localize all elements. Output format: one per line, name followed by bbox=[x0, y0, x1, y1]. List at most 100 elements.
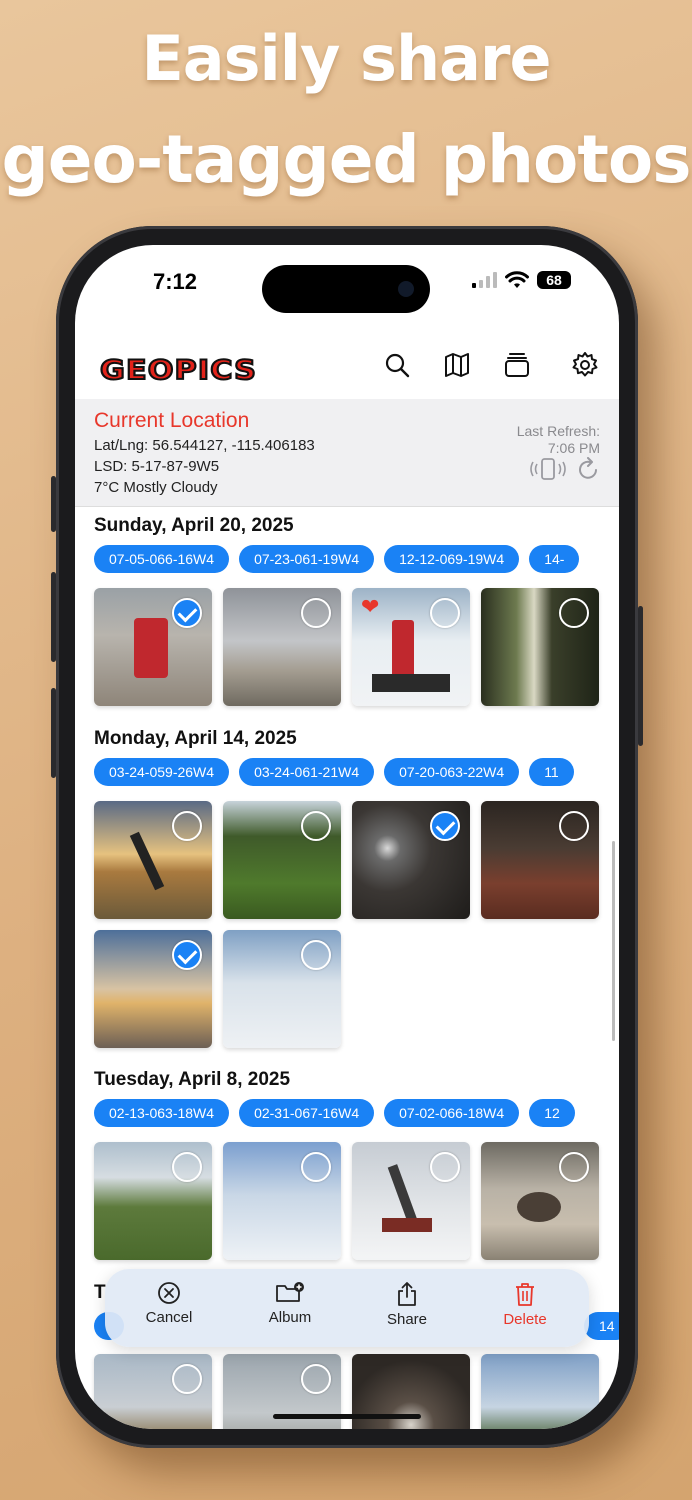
selected-checkmark-icon[interactable] bbox=[430, 811, 460, 841]
geopics-logo: GEOPICS bbox=[99, 354, 257, 387]
weather-text: 7°C Mostly Cloudy bbox=[94, 479, 218, 496]
phone-vibrate-icon[interactable] bbox=[530, 457, 566, 481]
location-chip[interactable]: 07-23-061-19W4 bbox=[239, 545, 375, 573]
photo-thumbnail[interactable]: ❤ bbox=[352, 588, 470, 706]
refresh-label: Last Refresh: bbox=[516, 423, 600, 439]
select-circle-icon[interactable] bbox=[301, 1364, 331, 1394]
location-title: Current Location bbox=[94, 409, 250, 432]
select-circle-icon[interactable] bbox=[301, 1152, 331, 1182]
map-icon[interactable] bbox=[443, 351, 471, 379]
volume-up-button bbox=[51, 572, 56, 662]
location-chip[interactable]: 07-20-063-22W4 bbox=[384, 758, 520, 786]
photo-thumbnail[interactable] bbox=[481, 588, 599, 706]
photo-thumbnail[interactable] bbox=[481, 801, 599, 919]
refresh-icon[interactable] bbox=[576, 457, 600, 481]
section-date: Monday, April 14, 2025 bbox=[94, 728, 297, 749]
favorite-heart-icon[interactable]: ❤ bbox=[361, 596, 379, 618]
select-circle-icon[interactable] bbox=[172, 1364, 202, 1394]
location-chip[interactable]: 11 bbox=[529, 758, 574, 786]
battery-icon: 68 bbox=[537, 271, 571, 289]
section-date: T bbox=[94, 1282, 106, 1303]
refresh-time: 7:06 PM bbox=[547, 440, 600, 456]
volume-down-button bbox=[51, 688, 56, 778]
last-refresh: Last Refresh: 7:06 PM bbox=[517, 423, 600, 457]
headline-line-2: geo-tagged photos bbox=[1, 121, 691, 198]
section-date: Sunday, April 20, 2025 bbox=[94, 515, 294, 536]
location-chip-row: 07-05-066-16W4 07-23-061-19W4 12-12-069-19… bbox=[94, 545, 619, 573]
photo-thumbnail[interactable] bbox=[223, 801, 341, 919]
photo-thumbnail[interactable] bbox=[94, 588, 212, 706]
current-location-panel: Current Location Lat/Lng: 56.544127, -11… bbox=[75, 399, 619, 507]
photo-thumbnail[interactable] bbox=[94, 930, 212, 1048]
photo-thumbnail[interactable] bbox=[223, 930, 341, 1048]
cellular-signal-icon bbox=[472, 272, 497, 288]
select-circle-icon[interactable] bbox=[172, 811, 202, 841]
select-circle-icon[interactable] bbox=[559, 811, 589, 841]
cancel-label: Cancel bbox=[145, 1309, 193, 1326]
location-chip[interactable]: 12-12-069-19W4 bbox=[384, 545, 520, 573]
selection-toolbar: Cancel Album Share Delete bbox=[105, 1269, 589, 1347]
location-chip[interactable]: 14 bbox=[584, 1312, 619, 1340]
photo-thumbnail[interactable] bbox=[352, 1142, 470, 1260]
select-circle-icon[interactable] bbox=[430, 1152, 460, 1182]
photo-thumbnail[interactable] bbox=[481, 1354, 599, 1429]
lsd-text: LSD: 5-17-87-9W5 bbox=[94, 458, 220, 475]
app-header: GEOPICS bbox=[75, 341, 619, 401]
photo-thumbnail[interactable] bbox=[94, 1142, 212, 1260]
select-circle-icon[interactable] bbox=[301, 940, 331, 970]
share-label: Share bbox=[386, 1311, 428, 1328]
latlng-text: Lat/Lng: 56.544127, -115.406183 bbox=[94, 437, 315, 454]
location-chip-row: 03-24-059-26W4 03-24-061-21W4 07-20-063-22… bbox=[94, 758, 619, 786]
home-indicator[interactable] bbox=[273, 1414, 421, 1419]
albums-stack-icon[interactable] bbox=[503, 351, 531, 379]
location-chip[interactable]: 02-13-063-18W4 bbox=[94, 1099, 230, 1127]
status-time: 7:12 bbox=[153, 269, 198, 294]
location-chip[interactable]: 02-31-067-16W4 bbox=[239, 1099, 375, 1127]
phone-screen: 7:12 68 GEOPICS Current Location Lat/Lng… bbox=[75, 245, 619, 1429]
select-circle-icon[interactable] bbox=[172, 1152, 202, 1182]
location-chip-row: 02-13-063-18W4 02-31-067-16W4 07-02-066-18… bbox=[94, 1099, 619, 1127]
search-icon[interactable] bbox=[383, 351, 411, 379]
delete-button[interactable]: Delete bbox=[475, 1281, 575, 1328]
photo-thumbnail[interactable] bbox=[94, 801, 212, 919]
power-button bbox=[638, 606, 643, 746]
select-circle-icon[interactable] bbox=[301, 811, 331, 841]
location-chip[interactable]: 03-24-061-21W4 bbox=[239, 758, 375, 786]
delete-label: Delete bbox=[503, 1311, 547, 1328]
location-chip[interactable]: 07-02-066-18W4 bbox=[384, 1099, 520, 1127]
status-icons: 68 bbox=[472, 271, 571, 289]
location-chip[interactable]: 12 bbox=[529, 1099, 575, 1127]
select-circle-icon[interactable] bbox=[559, 598, 589, 628]
selected-checkmark-icon[interactable] bbox=[172, 598, 202, 628]
select-circle-icon[interactable] bbox=[430, 598, 460, 628]
photo-thumbnail[interactable] bbox=[223, 588, 341, 706]
phone-frame: 7:12 68 GEOPICS Current Location Lat/Lng… bbox=[51, 226, 643, 1448]
photo-thumbnail[interactable] bbox=[94, 1354, 212, 1429]
selected-checkmark-icon[interactable] bbox=[172, 940, 202, 970]
refresh-controls bbox=[530, 457, 600, 481]
album-label: Album bbox=[268, 1309, 312, 1326]
cancel-circle-icon bbox=[158, 1282, 180, 1304]
gear-icon[interactable] bbox=[571, 351, 599, 379]
share-icon bbox=[398, 1282, 416, 1306]
location-chip[interactable]: 03-24-059-26W4 bbox=[94, 758, 230, 786]
section-date: Tuesday, April 8, 2025 bbox=[94, 1069, 291, 1090]
select-circle-icon[interactable] bbox=[301, 598, 331, 628]
folder-add-icon bbox=[276, 1282, 304, 1302]
marketing-headline: Easily share geo-tagged photos bbox=[0, 18, 692, 208]
photo-thumbnail[interactable] bbox=[352, 801, 470, 919]
album-button[interactable]: Album bbox=[240, 1281, 340, 1326]
location-chip[interactable]: 14- bbox=[529, 545, 580, 573]
wifi-icon bbox=[505, 271, 529, 288]
select-circle-icon[interactable] bbox=[559, 1152, 589, 1182]
trash-icon bbox=[516, 1283, 534, 1306]
photo-thumbnail[interactable] bbox=[481, 1142, 599, 1260]
dynamic-island bbox=[262, 265, 430, 313]
headline-line-1: Easily share bbox=[141, 22, 551, 95]
action-button bbox=[51, 476, 56, 532]
scroll-indicator[interactable] bbox=[612, 841, 615, 1041]
share-button[interactable]: Share bbox=[357, 1281, 457, 1328]
photo-thumbnail[interactable] bbox=[223, 1142, 341, 1260]
cancel-button[interactable]: Cancel bbox=[119, 1281, 219, 1326]
location-chip[interactable]: 07-05-066-16W4 bbox=[94, 545, 230, 573]
